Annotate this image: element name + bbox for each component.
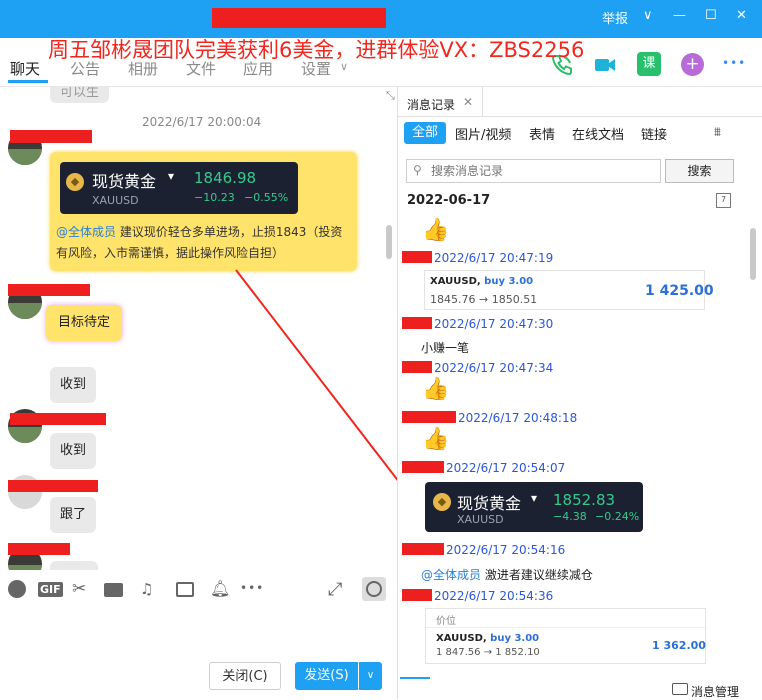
expand-icon[interactable]: ⤢ — [328, 579, 342, 600]
bell-icon[interactable]: 🔔︎ — [210, 579, 230, 598]
gif-icon[interactable]: GIF — [38, 582, 63, 597]
redacted-sender-name — [402, 589, 432, 601]
filter-docs[interactable]: 在线文档 — [572, 124, 624, 143]
filter-links[interactable]: 链接 — [641, 124, 667, 143]
scissors-icon[interactable]: ✂ — [72, 579, 86, 599]
gold-coin-icon: ◆ — [433, 493, 451, 511]
more-tools-icon[interactable]: ••• — [240, 581, 264, 595]
ticker-price: 1852.83 — [553, 491, 616, 509]
ticker-card[interactable]: ◆ 现货黄金 ▾ XAUUSD 1852.83 −4.38 −0.24% — [425, 482, 643, 532]
mention-all[interactable]: @全体成员 — [421, 568, 481, 582]
trade-profit: 1 425.00 — [645, 283, 714, 299]
folder-icon[interactable] — [104, 583, 123, 597]
redacted-sender-name — [402, 543, 444, 555]
redacted-sender-name — [402, 361, 432, 373]
trade-range: 1 847.56 → 1 852.10 — [436, 647, 540, 658]
divider — [397, 116, 762, 117]
search-input[interactable] — [429, 161, 657, 181]
thumbs-up-icon: 👍 — [422, 377, 450, 402]
trade-label: 价位 — [436, 616, 456, 627]
record-time: 2022/6/17 20:47:30 — [434, 317, 554, 331]
record-time: 2022/6/17 20:54:36 — [434, 589, 554, 603]
close-button[interactable]: 关闭(C) — [209, 662, 281, 690]
trade-symbol: XAUUSD, buy 3.00 — [430, 276, 534, 287]
filter-all[interactable]: 全部 — [404, 122, 446, 144]
message-manage-icon[interactable] — [672, 683, 688, 695]
send-options-icon[interactable]: ∨ — [359, 662, 382, 690]
trade-range: 1845.76 → 1850.51 — [430, 293, 538, 306]
redacted-sender-name — [402, 317, 432, 329]
filter-stickers[interactable]: 表情 — [529, 124, 555, 143]
trade-card[interactable]: XAUUSD, buy 3.00 1845.76 → 1850.51 1 425… — [424, 270, 714, 310]
dropdown-icon[interactable]: ▾ — [531, 491, 537, 505]
emoji-icon[interactable] — [8, 580, 26, 598]
record-time: 2022/6/17 20:47:19 — [434, 251, 554, 265]
calendar-icon[interactable]: 7 — [716, 193, 731, 208]
ticker-change: −4.38 — [553, 510, 587, 523]
history-tab[interactable]: 消息记录 ✕ — [397, 87, 483, 117]
filter-icon[interactable]: ⩩ — [714, 125, 721, 140]
music-icon[interactable]: ♫ — [140, 580, 153, 598]
send-button[interactable]: 发送(S) — [295, 662, 358, 690]
message-text: 小赚一笔 — [421, 341, 470, 355]
thumbs-up-icon: 👍 — [422, 427, 450, 452]
record-time: 2022/6/17 20:54:07 — [446, 461, 566, 475]
filter-media[interactable]: 图片/视频 — [455, 124, 511, 143]
record-time: 2022/6/17 20:47:34 — [434, 361, 554, 375]
trade-symbol: XAUUSD, buy 3.00 — [436, 633, 540, 644]
search-button[interactable]: 搜索 — [665, 159, 734, 183]
image-icon[interactable] — [176, 582, 194, 597]
record-time: 2022/6/17 20:54:16 — [446, 543, 566, 557]
redacted-sender-name — [402, 411, 456, 423]
redacted-sender-name — [402, 461, 444, 473]
record-time: 2022/6/17 20:48:18 — [458, 411, 578, 425]
ticker-name: 现货黄金 — [457, 494, 522, 513]
trade-card[interactable]: 价位 XAUUSD, buy 3.00 1 847.56 → 1 852.10 … — [425, 608, 707, 664]
message-manage-link[interactable]: 消息管理 — [691, 683, 739, 700]
redacted-sender-name — [402, 251, 432, 263]
clock-icon — [366, 581, 382, 597]
trade-profit: 1 362.00 — [652, 639, 706, 652]
history-search-field[interactable]: ⚲ — [406, 159, 661, 183]
chat-toolbar: GIF ✂ ♫ 🔔︎ ••• ⤢ — [0, 570, 397, 610]
thumbs-up-icon: 👍 — [422, 218, 450, 243]
announcement-text: @全体成员 激进者建议继续减仓 — [421, 566, 593, 583]
search-icon: ⚲ — [413, 163, 422, 177]
announcement-body: 激进者建议继续减仓 — [481, 568, 593, 582]
history-title: 消息记录 — [407, 98, 456, 112]
ticker-symbol: XAUUSD — [457, 513, 504, 526]
partial-record-indicator — [400, 677, 430, 679]
history-toggle[interactable] — [362, 577, 386, 601]
divider — [426, 627, 707, 628]
history-date: 2022-06-17 — [407, 193, 491, 208]
ticker-change-percent: −0.24% — [595, 510, 640, 523]
close-icon[interactable]: ✕ — [463, 95, 473, 109]
history-scrollbar[interactable] — [750, 228, 756, 280]
